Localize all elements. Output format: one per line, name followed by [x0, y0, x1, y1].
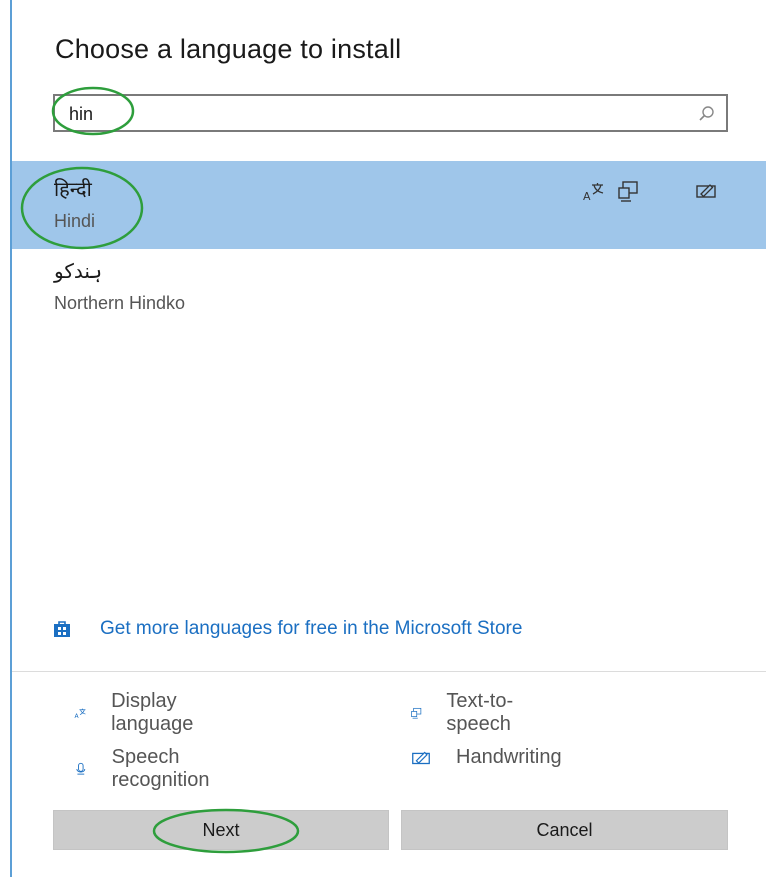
cancel-button[interactable]: Cancel: [401, 810, 728, 850]
display-language-icon: A: [75, 708, 86, 720]
search-input-value: hin: [69, 104, 94, 124]
microsoft-store-link[interactable]: Get more languages for free in the Micro…: [52, 618, 522, 640]
legend-label: Speech recognition: [111, 746, 210, 791]
display-language-icon: A: [583, 183, 604, 203]
next-button[interactable]: Next: [53, 810, 389, 850]
microsoft-store-link-label: Get more languages for free in the Micro…: [100, 618, 523, 639]
language-native-name: ہندکو: [54, 259, 103, 283]
legend-speech-recognition: Speech recognition: [74, 746, 218, 792]
language-list: हिन्दी Hindi A ہندکو Northern Hindko: [12, 161, 766, 337]
language-native-name: हिन्दी: [54, 177, 92, 201]
legend-label: Display language: [111, 690, 194, 735]
legend-handwriting: Handwriting: [410, 746, 562, 769]
legend-display-language: A Display language: [74, 690, 202, 736]
legend-label: Handwriting: [456, 746, 562, 768]
text-to-speech-icon: [618, 181, 638, 202]
store-icon: [54, 621, 70, 637]
language-item-northern-hindko[interactable]: ہندکو Northern Hindko: [12, 249, 766, 337]
search-icon[interactable]: [696, 104, 716, 124]
legend-text-to-speech: Text-to-speech: [410, 690, 520, 736]
legend-label: Text-to-speech: [446, 690, 514, 735]
language-item-hindi[interactable]: हिन्दी Hindi A: [12, 161, 766, 249]
search-input[interactable]: hin: [53, 94, 728, 132]
svg-text:A: A: [583, 190, 591, 203]
dialog-title: Choose a language to install: [55, 34, 402, 64]
svg-text:A: A: [75, 713, 80, 720]
window-left-border: [10, 0, 12, 877]
divider: [12, 671, 766, 672]
language-english-name: Hindi: [54, 211, 96, 231]
language-english-name: Northern Hindko: [54, 293, 186, 313]
text-to-speech-icon: [411, 707, 422, 719]
handwriting-icon: [696, 184, 716, 198]
speech-recognition-icon: [76, 762, 86, 775]
handwriting-icon: [412, 751, 430, 764]
